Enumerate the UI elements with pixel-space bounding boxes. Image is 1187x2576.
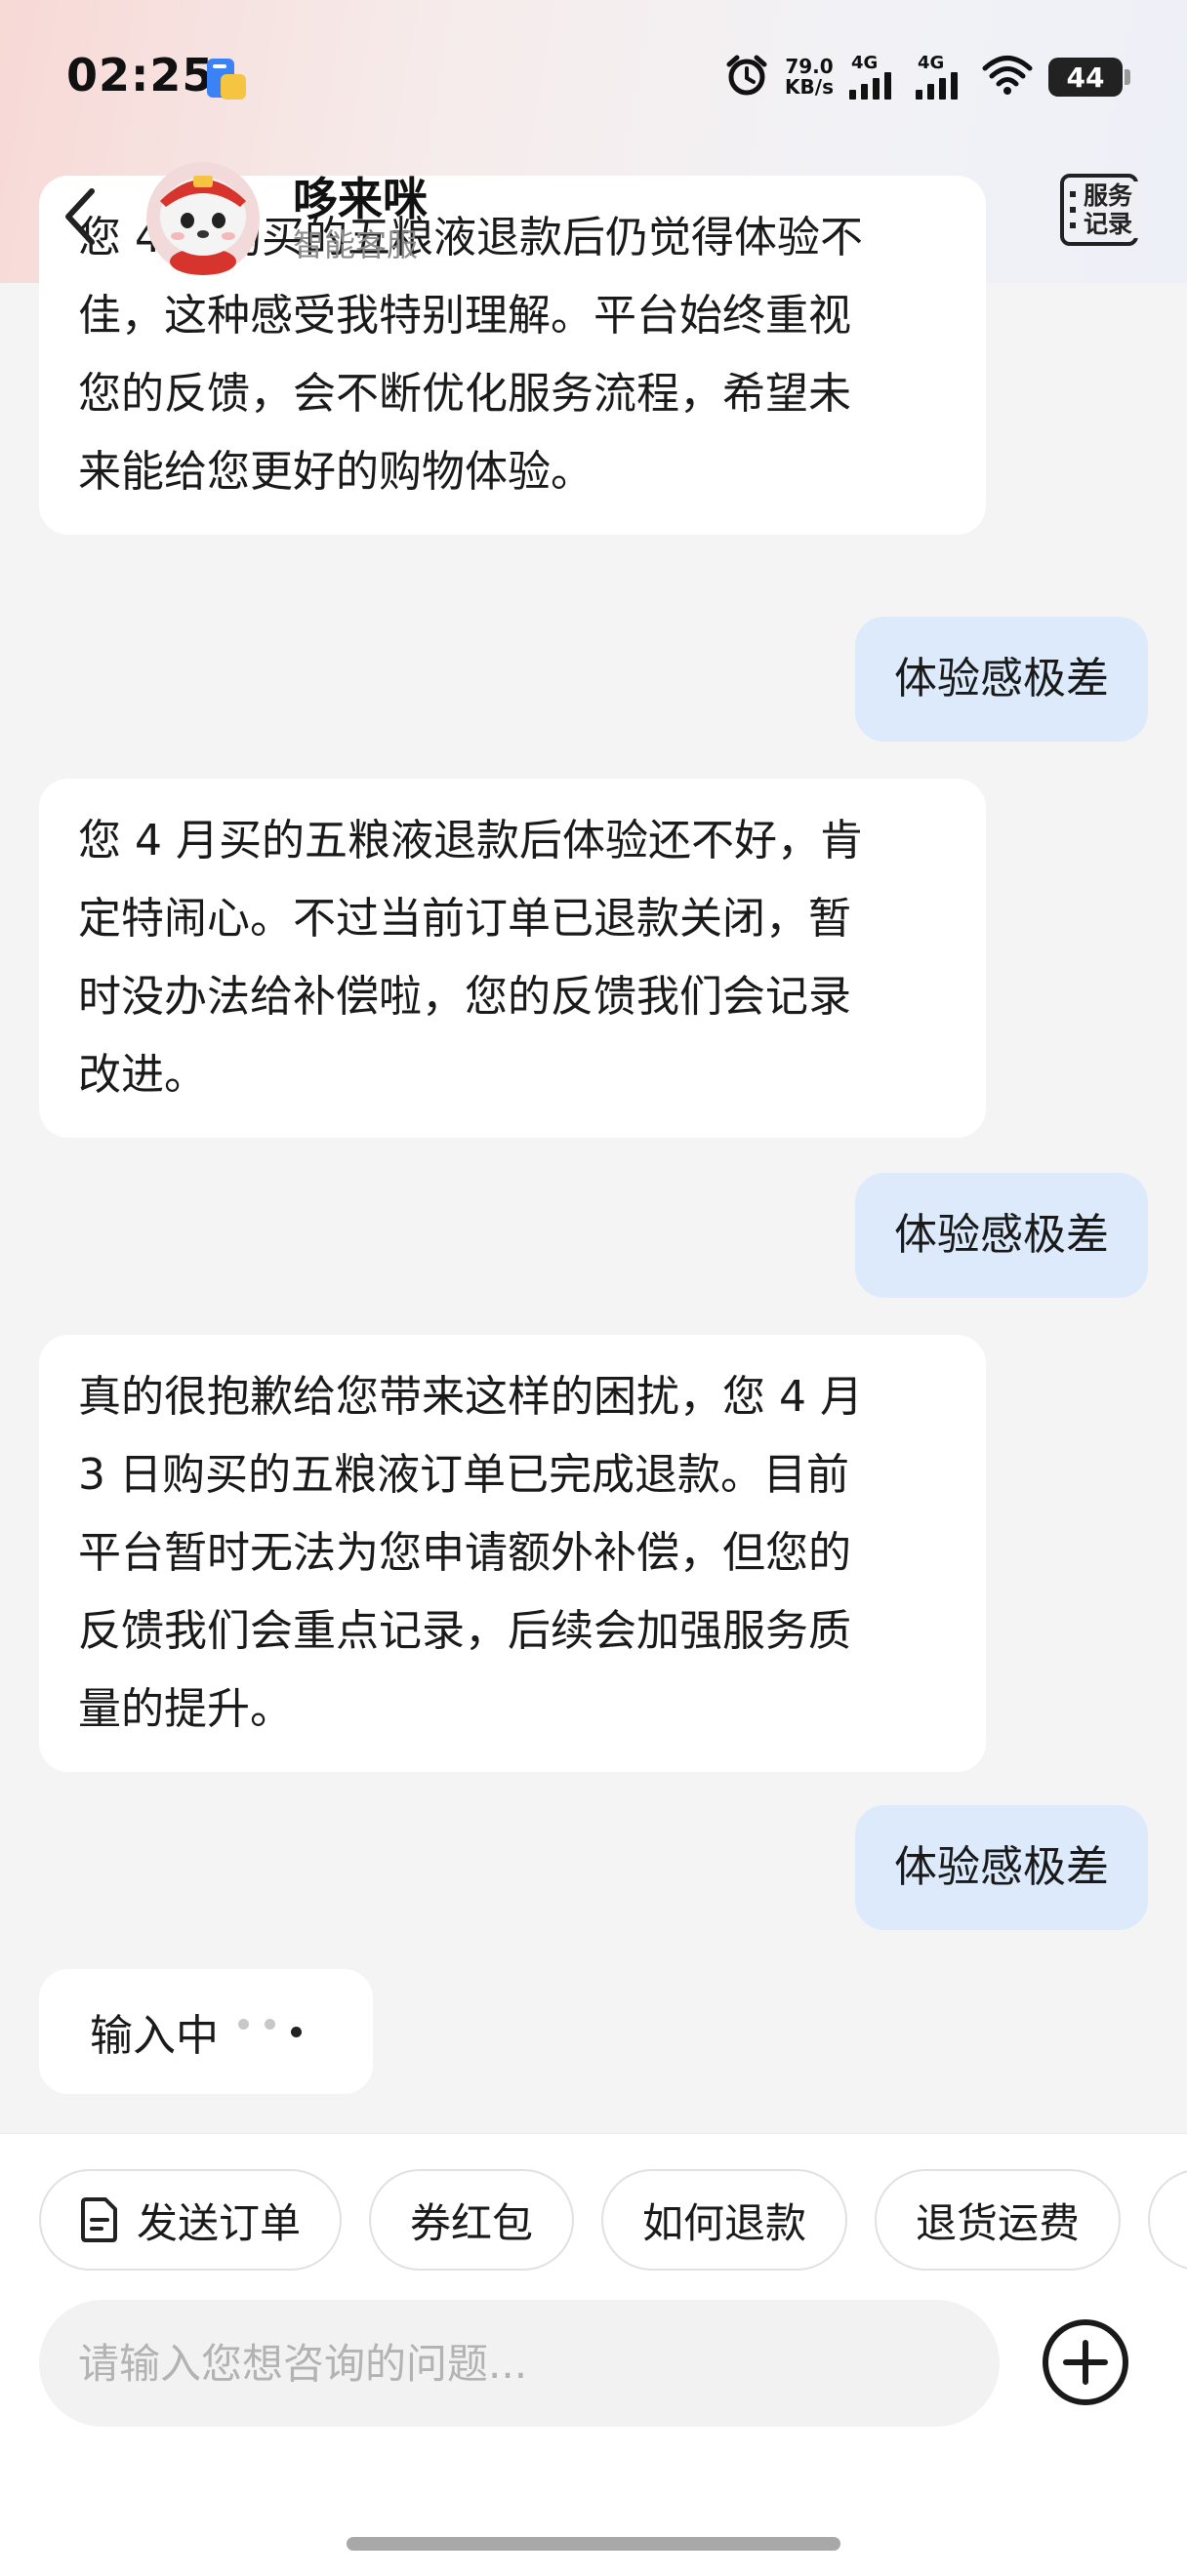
chip-label: 发送订单: [137, 2198, 302, 2247]
records-label-line1: 服务: [1084, 181, 1133, 210]
network-speed-value: 79.0: [785, 55, 834, 78]
battery-icon: 44: [1048, 58, 1130, 97]
message-line: 佳，这种感受我特别理解。平台始终重视: [78, 291, 851, 341]
chat-header: 哆来咪 智能客服 服务 记录: [0, 156, 1187, 283]
status-time: 02:25: [66, 49, 215, 101]
status-bar: 02:25 79.0 KB/s 4G 4G 44: [0, 0, 1187, 156]
message-line: 您 4 月买的五粮液退款后体验还不好，肯: [78, 816, 863, 865]
refund-howto-chip[interactable]: 如何退款: [601, 2169, 848, 2271]
quick-actions: 发送订单 券红包 如何退款 退货运费 修: [39, 2169, 1187, 2271]
chat-screen: 02:25 79.0 KB/s 4G 4G 44 哆来咪 智能客服 服务 记录 …: [0, 0, 1187, 2576]
plus-circle-icon: [1043, 2319, 1128, 2405]
message-line: 定特闹心。不过当前订单已退款关闭，暂: [78, 894, 851, 944]
message-line: 时没办法给补偿啦，您的反馈我们会记录: [78, 972, 851, 1022]
input-panel: 发送订单 券红包 如何退款 退货运费 修: [0, 2133, 1187, 2576]
home-indicator[interactable]: [347, 2537, 840, 2551]
bot-message: 您 4 月买的五粮液退款后体验还不好，肯 定特闹心。不过当前订单已退款关闭，暂 …: [39, 779, 986, 1138]
more-chip[interactable]: 修: [1148, 2169, 1187, 2271]
message-line: 量的提升。: [78, 1684, 293, 1734]
service-records-button[interactable]: 服务 记录: [1060, 174, 1142, 246]
battery-level: 44: [1066, 60, 1105, 94]
send-order-chip[interactable]: 发送订单: [39, 2169, 343, 2271]
signal-2-icon: 4G: [916, 53, 966, 101]
chip-label: 退货运费: [916, 2198, 1081, 2247]
typing-label: 输入中: [90, 2011, 219, 2061]
message-line: 改进。: [78, 1050, 207, 1100]
chip-label: 券红包: [410, 2198, 534, 2247]
return-shipping-chip[interactable]: 退货运费: [875, 2169, 1122, 2271]
chip-label: 如何退款: [642, 2198, 807, 2247]
coupon-chip[interactable]: 券红包: [369, 2169, 575, 2271]
wifi-icon: [982, 54, 1033, 101]
message-line: 反馈我们会重点记录，后续会加强服务质: [78, 1606, 851, 1656]
bot-name: 哆来咪: [293, 173, 428, 225]
signal-2-label: 4G: [918, 53, 945, 73]
typing-indicator: 输入中: [39, 1969, 373, 2094]
signal-1-label: 4G: [851, 53, 879, 73]
bot-message: 真的很抱歉给您带来这样的困扰，您 4 月 3 日购买的五粮液订单已完成退款。目前…: [39, 1335, 986, 1772]
user-message: 体验感极差: [855, 1805, 1148, 1930]
user-message: 体验感极差: [855, 1173, 1148, 1298]
records-label-line2: 记录: [1084, 210, 1133, 238]
message-line: 平台暂时无法为您申请额外补偿，但您的: [78, 1528, 851, 1578]
message-line: 3 日购买的五粮液订单已完成退款。目前: [78, 1450, 849, 1500]
signal-1-icon: 4G: [849, 53, 900, 101]
document-icon: [80, 2196, 119, 2243]
back-button[interactable]: [51, 178, 109, 256]
app-notification-icon: [205, 57, 248, 101]
status-indicators: 79.0 KB/s 4G 4G 44: [724, 51, 1130, 103]
chevron-left-icon: [65, 188, 95, 245]
add-button[interactable]: [1039, 2315, 1132, 2409]
message-input[interactable]: [39, 2300, 1000, 2427]
user-message: 体验感极差: [855, 617, 1148, 742]
message-list[interactable]: 您 4 月购买的五粮液退款后仍觉得体验不 佳，这种感受我特别理解。平台始终重视 …: [0, 176, 1187, 2137]
bot-subtitle: 智能客服: [293, 226, 419, 263]
network-speed: 79.0 KB/s: [785, 57, 834, 98]
message-line: 来能给您更好的购物体验。: [78, 447, 594, 497]
message-line: 真的很抱歉给您带来这样的困扰，您 4 月: [78, 1372, 863, 1422]
bot-avatar: [139, 156, 267, 275]
typing-dots-icon: [238, 2018, 302, 2037]
alarm-icon: [724, 53, 769, 101]
message-line: 您的反馈，会不断优化服务流程，希望未: [78, 369, 851, 419]
network-speed-unit: KB/s: [785, 75, 834, 99]
